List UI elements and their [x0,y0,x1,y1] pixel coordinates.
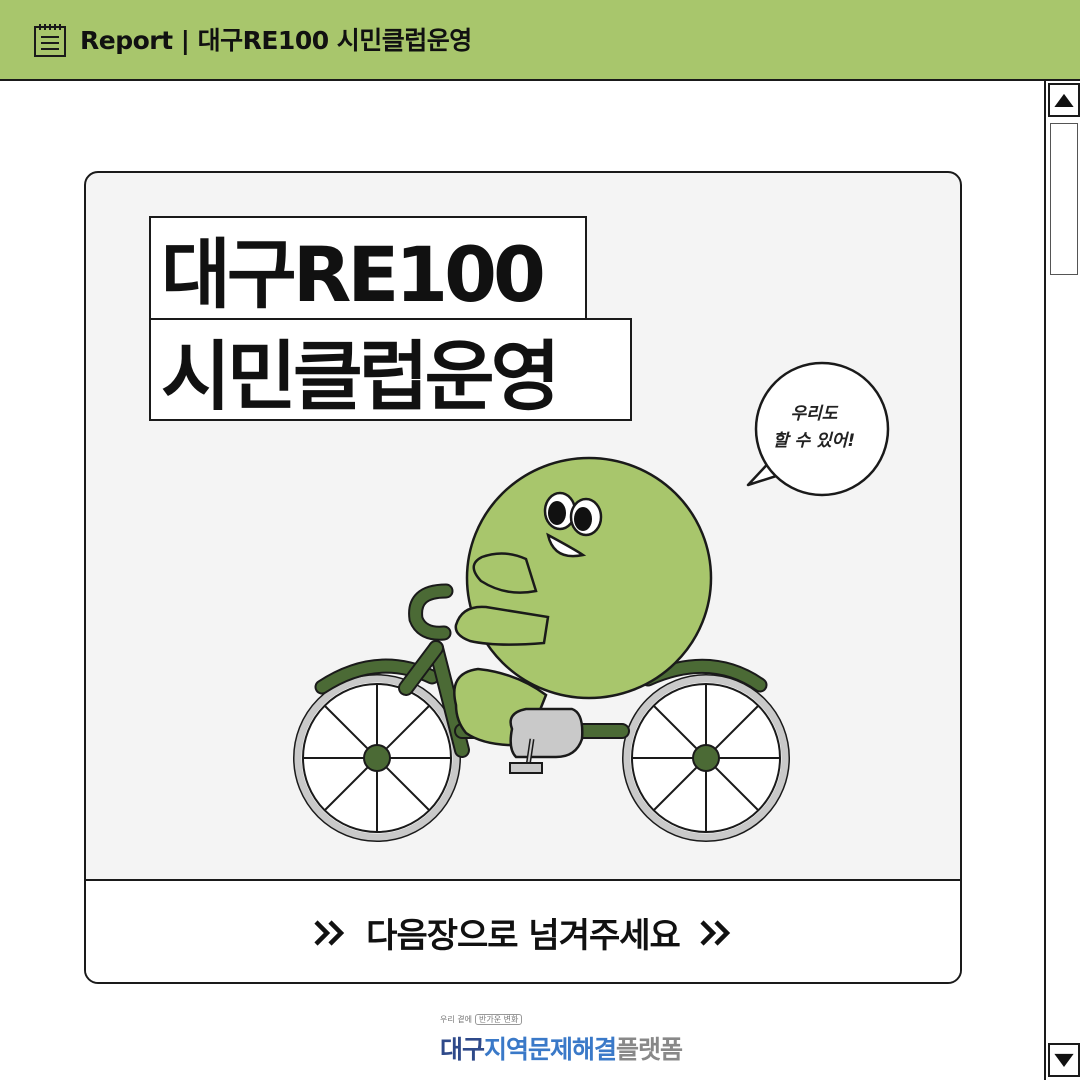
logo-tagline: 우리 곁에 반가운 변화 [440,1014,523,1025]
bicycle-pedal [509,707,584,774]
logo-name-part2: 지역문제해결 [484,1035,617,1064]
header-bar: Report | 대구RE100 시민클럽운영 [0,0,1080,81]
platform-logo: 우리 곁에 반가운 변화 대구지역문제해결플랫폼 [440,1010,683,1070]
title-line-1: 대구RE100 [149,216,587,320]
scroll-down-button[interactable] [1048,1043,1080,1077]
logo-tagline-boxed: 반가운 변화 [474,1014,523,1025]
double-chevron-right-icon [700,919,730,946]
logo-tagline-prefix: 우리 곁에 [440,1015,472,1024]
speech-line-2: 할 수 있어! [772,431,856,451]
scroll-up-button[interactable] [1048,83,1080,117]
double-chevron-right-icon [314,919,345,946]
speech-bubble-text: 우리도 할 수 있어! [754,401,874,455]
document-icon [34,24,66,57]
vertical-scrollbar[interactable] [1044,81,1080,1080]
front-wheel [622,674,790,842]
logo-name-part1: 대구 [440,1035,485,1064]
back-wheel [293,674,461,842]
logo-name-part3: 플랫폼 [616,1035,683,1064]
speech-line-1: 우리도 [790,404,838,424]
report-title: Report | 대구RE100 시민클럽운영 [80,26,472,55]
card-footer: 다음장으로 넘겨주세요 [86,879,960,982]
next-page-button[interactable]: 다음장으로 넘겨주세요 [86,881,960,982]
arrow-down-icon [1054,1053,1074,1067]
scroll-thumb[interactable] [1050,123,1078,275]
title-line-2: 시민클럽운영 [149,318,632,421]
arrow-up-icon [1054,93,1074,107]
report-card: 대구RE100 시민클럽운영 우리도 할 수 있어! 다음장으로 넘겨주세요 [84,171,962,984]
logo-name: 대구지역문제해결플랫폼 [440,1030,683,1066]
next-page-label: 다음장으로 넘겨주세요 [366,916,681,956]
